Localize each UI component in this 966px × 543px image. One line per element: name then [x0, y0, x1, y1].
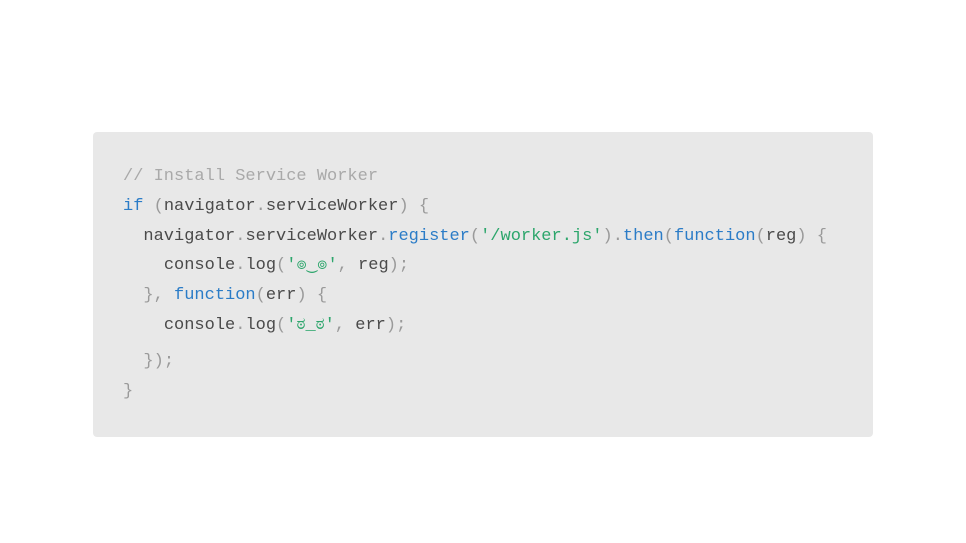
ident-navigator: navigator: [164, 197, 256, 216]
space: [409, 197, 419, 216]
ident-err: err: [355, 316, 386, 335]
brace-close: }: [143, 352, 153, 371]
space: [807, 227, 817, 246]
brace-open: {: [817, 227, 827, 246]
dot: .: [235, 316, 245, 335]
paren-close: ): [386, 316, 396, 335]
ident-console: console: [164, 256, 235, 275]
semicolon: ;: [399, 256, 409, 275]
code-line-6: console.log('ಠ_ಠ', err);: [123, 311, 843, 341]
dot: .: [256, 197, 266, 216]
paren-open: (: [154, 197, 164, 216]
code-block: // Install Service Worker if (navigator.…: [93, 132, 873, 437]
semicolon: ;: [396, 316, 406, 335]
comma: ,: [338, 256, 348, 275]
code-line-8: }: [123, 377, 843, 407]
paren-open: (: [276, 256, 286, 275]
comment-token: // Install Service Worker: [123, 167, 378, 186]
indent: [123, 256, 164, 275]
code-line-1: // Install Service Worker: [123, 162, 843, 192]
blank-line: [123, 341, 843, 348]
indent: [123, 286, 143, 305]
keyword-function: function: [174, 286, 256, 305]
brace-open: {: [419, 197, 429, 216]
semicolon: ;: [164, 352, 174, 371]
ident-log: log: [245, 316, 276, 335]
code-line-3: navigator.serviceWorker.register('/worke…: [123, 222, 843, 252]
paren-open: (: [256, 286, 266, 305]
code-line-4: console.log('๏‿๏', reg);: [123, 251, 843, 281]
paren-open: (: [664, 227, 674, 246]
space: [307, 286, 317, 305]
ident-serviceworker: serviceWorker: [266, 197, 399, 216]
dot: .: [378, 227, 388, 246]
keyword-function: function: [674, 227, 756, 246]
brace-close: }: [143, 286, 153, 305]
paren-open: (: [276, 316, 286, 335]
dot: .: [235, 256, 245, 275]
paren-close: ): [154, 352, 164, 371]
code-line-2: if (navigator.serviceWorker) {: [123, 192, 843, 222]
code-line-5: }, function(err) {: [123, 281, 843, 311]
ident-navigator: navigator: [143, 227, 235, 246]
method-then: then: [623, 227, 664, 246]
space: [348, 256, 358, 275]
indent: [123, 227, 143, 246]
paren-close: ): [398, 197, 408, 216]
brace-open: {: [317, 286, 327, 305]
ident-serviceworker: serviceWorker: [245, 227, 378, 246]
code-line-7: });: [123, 347, 843, 377]
comma: ,: [154, 286, 164, 305]
method-register: register: [388, 227, 470, 246]
ident-err: err: [266, 286, 297, 305]
indent: [123, 316, 164, 335]
ident-log: log: [245, 256, 276, 275]
paren-close: ): [296, 286, 306, 305]
ident-reg: reg: [766, 227, 797, 246]
space: [345, 316, 355, 335]
paren-close: ): [603, 227, 613, 246]
dot: .: [613, 227, 623, 246]
paren-open: (: [470, 227, 480, 246]
string-disapproval-face: 'ಠ_ಠ': [286, 316, 335, 335]
indent: [123, 352, 143, 371]
space: [164, 286, 174, 305]
keyword-if: if: [123, 197, 143, 216]
brace-close: }: [123, 382, 133, 401]
paren-close: ): [389, 256, 399, 275]
ident-console: console: [164, 316, 235, 335]
string-worker-path: '/worker.js': [480, 227, 602, 246]
dot: .: [235, 227, 245, 246]
paren-open: (: [756, 227, 766, 246]
paren-close: ): [796, 227, 806, 246]
string-happy-face: '๏‿๏': [286, 256, 337, 275]
ident-reg: reg: [358, 256, 389, 275]
space: [143, 197, 153, 216]
comma: ,: [335, 316, 345, 335]
